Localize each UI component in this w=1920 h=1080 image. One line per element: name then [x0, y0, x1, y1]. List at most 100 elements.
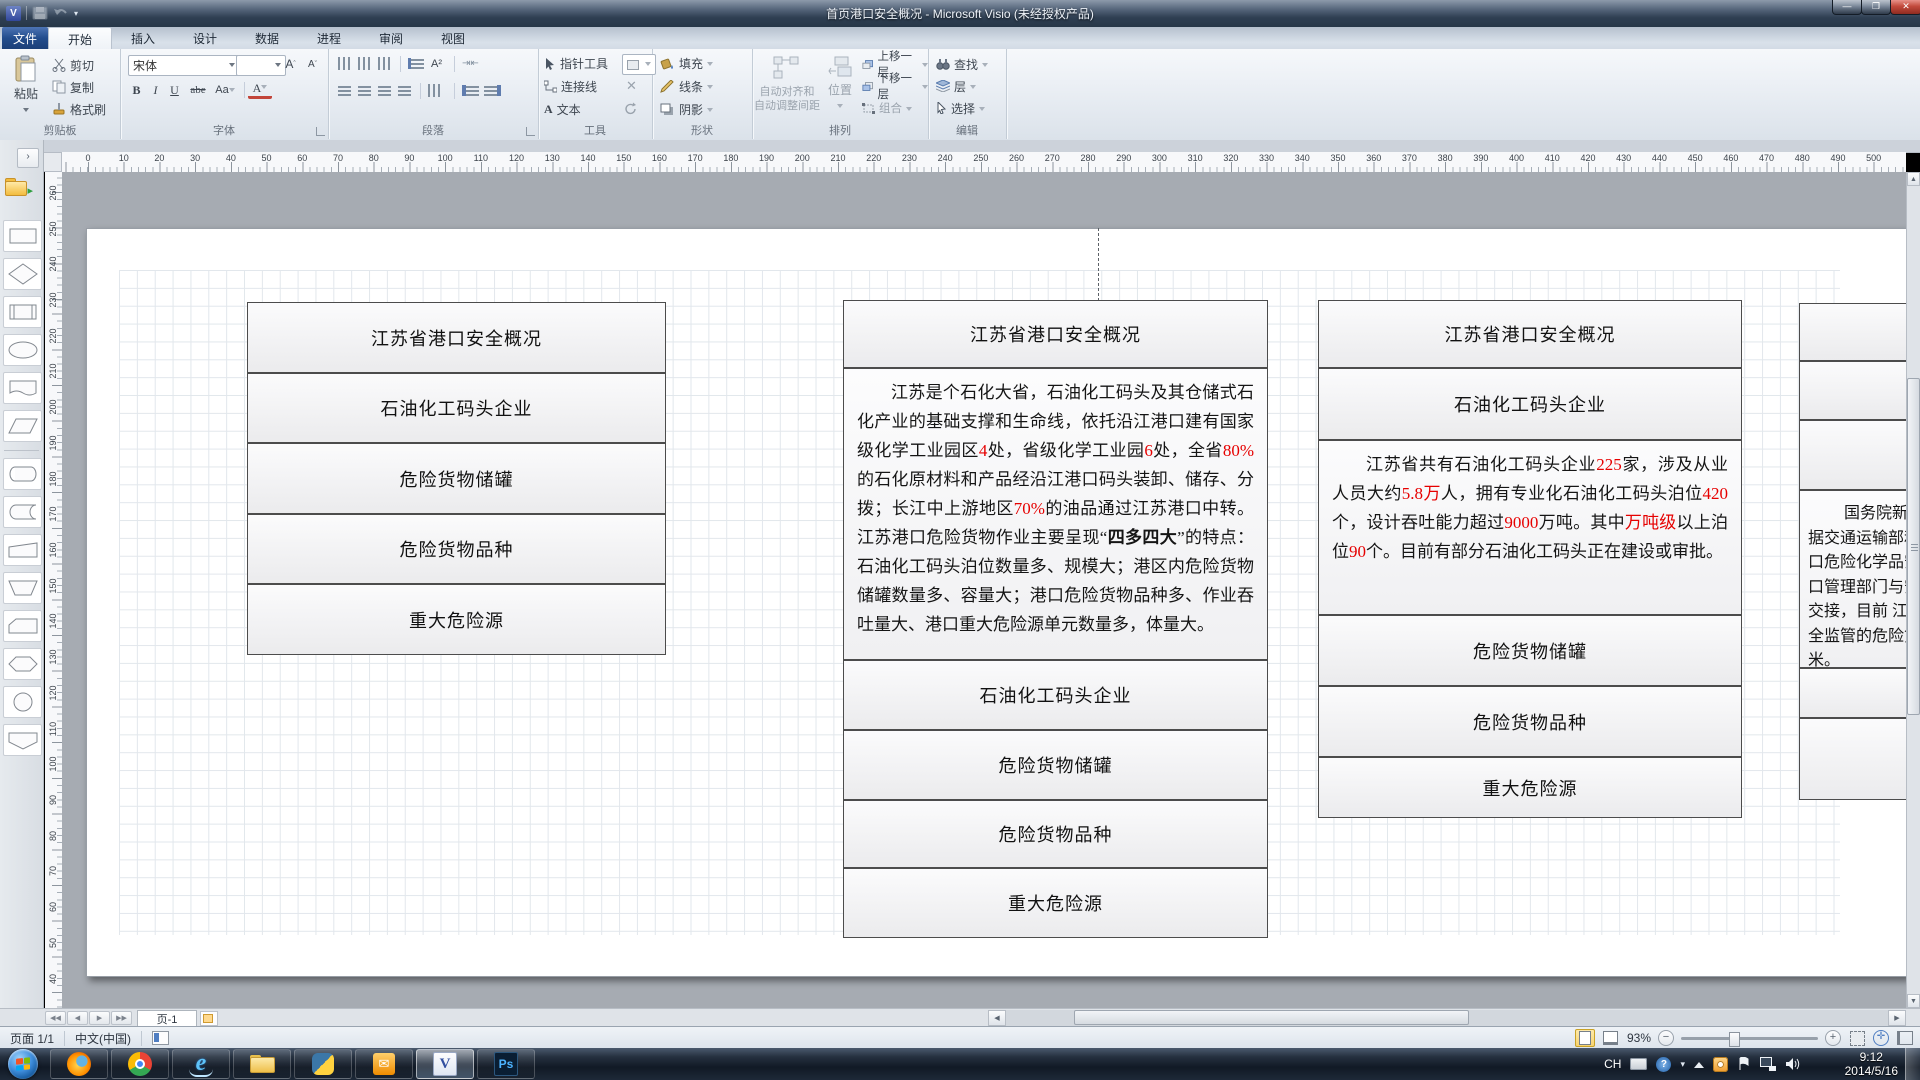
page-indicator[interactable]: 页面 1/1 — [10, 1030, 54, 1047]
send-backward-button[interactable]: 下移一层 — [862, 76, 928, 96]
zoom-level[interactable]: 93% — [1627, 1031, 1651, 1045]
stencil-shape-diamond[interactable] — [3, 258, 42, 290]
text-direction-icon-1[interactable] — [338, 57, 351, 70]
position-button[interactable]: 位置 — [822, 51, 858, 125]
stencil-shape-direct-data[interactable] — [3, 458, 42, 490]
tray-options-caret[interactable]: ▾ — [1680, 1059, 1685, 1070]
format-painter-button[interactable]: 格式刷 — [52, 99, 106, 119]
overview-column-row-2[interactable]: 石油化工码头企业 — [247, 373, 666, 443]
detail-column-2-row-6[interactable]: 重大危险源 — [1318, 757, 1742, 818]
clipped-column-row-6[interactable] — [1799, 718, 1906, 800]
layers-button[interactable]: 层 — [936, 76, 976, 96]
character-spacing-icon[interactable]: A² — [428, 55, 445, 73]
shadow-button[interactable]: 阴影 — [660, 99, 713, 119]
zoom-slider-thumb[interactable] — [1729, 1032, 1740, 1047]
tab-file[interactable]: 文件 — [2, 27, 48, 49]
text-tool-button[interactable]: A 文本 — [544, 99, 581, 119]
taskbar-button-explorer[interactable] — [233, 1049, 291, 1079]
scroll-down-icon[interactable]: ▼ — [1907, 994, 1920, 1008]
tab-开始[interactable]: 开始 — [48, 27, 112, 50]
find-button[interactable]: 查找 — [936, 54, 988, 74]
paste-button[interactable]: 粘贴 — [4, 51, 48, 125]
copy-button[interactable]: 复制 — [52, 77, 94, 97]
rotate-icon[interactable] — [624, 99, 638, 119]
fill-button[interactable]: 填充 — [660, 53, 713, 73]
stencil-shape-ellipse[interactable] — [3, 334, 42, 366]
detail-column-2-row-1[interactable]: 江苏省港口安全概况 — [1318, 300, 1742, 368]
cut-button[interactable]: 剪切 — [52, 55, 94, 75]
change-case-button[interactable]: Aa — [213, 81, 237, 99]
go-next-page-icon[interactable]: ▶ — [89, 1011, 110, 1025]
shape-style-combo[interactable] — [622, 54, 656, 75]
detail-column-1-row-4[interactable]: 危险货物储罐 — [843, 730, 1268, 800]
group-button[interactable]: 组合 — [862, 98, 912, 118]
overview-column-row-4[interactable]: 危险货物品种 — [247, 514, 666, 584]
vertical-ruler[interactable]: 2602502402302202102001901801701601501401… — [45, 172, 63, 1008]
overview-column-row-5[interactable]: 重大危险源 — [247, 584, 666, 655]
detail-column-1-row-6[interactable]: 重大危险源 — [843, 868, 1268, 938]
tab-插入[interactable]: 插入 — [112, 27, 174, 49]
bold-button[interactable]: B — [128, 81, 145, 99]
expand-window-icon[interactable] — [1896, 1030, 1914, 1046]
scroll-up-icon[interactable]: ▲ — [1907, 172, 1920, 186]
expand-shapes-panel-icon[interactable]: › — [17, 148, 39, 168]
stencil-shape-predefined-process[interactable] — [3, 296, 42, 328]
connection-point-icon[interactable]: ✕ — [626, 76, 637, 96]
detail-column-2-row-5[interactable]: 危险货物品种 — [1318, 686, 1742, 757]
taskbar-button-chrome[interactable] — [111, 1049, 169, 1079]
drawing-canvas[interactable]: 江苏省港口安全概况石油化工码头企业危险货物储罐危险货物品种重大危险源江苏省港口安… — [62, 172, 1906, 1008]
stencil-shape-card[interactable] — [3, 610, 42, 642]
detail-column-2-row-2[interactable]: 石油化工码头企业 — [1318, 368, 1742, 440]
network-icon[interactable] — [1760, 1057, 1776, 1071]
taskbar-button-ie[interactable]: e — [172, 1049, 230, 1079]
tab-视图[interactable]: 视图 — [422, 27, 484, 49]
align-right-icon[interactable] — [378, 85, 391, 96]
taskbar-button-python[interactable] — [294, 1049, 352, 1079]
open-stencil-icon[interactable]: ▸ — [5, 178, 29, 196]
vertical-scroll-thumb[interactable] — [1907, 378, 1920, 715]
macro-icon[interactable] — [152, 1031, 169, 1045]
decrease-indent-icon[interactable] — [462, 85, 479, 96]
detail-column-1-row-2[interactable]: 江苏是个石化大省，石油化工码头及其仓储式石化产业的基础支撑和生命线，依托沿江港口… — [843, 368, 1268, 660]
stencil-shape-display[interactable] — [3, 724, 42, 756]
fullscreen-view-icon[interactable] — [1602, 1030, 1620, 1046]
tab-设计[interactable]: 设计 — [174, 27, 236, 49]
text-wrap-icon-1[interactable]: ⇥⇤ — [462, 58, 479, 69]
tab-审阅[interactable]: 审阅 — [360, 27, 422, 49]
detail-column-1-row-3[interactable]: 石油化工码头企业 — [843, 660, 1268, 730]
close-button[interactable]: ✕ — [1890, 0, 1920, 15]
overview-column-row-1[interactable]: 江苏省港口安全概况 — [247, 302, 666, 373]
clipped-column-row-5[interactable] — [1799, 668, 1906, 718]
speaker-icon[interactable] — [1785, 1057, 1800, 1071]
go-previous-page-icon[interactable]: ◀ — [67, 1011, 88, 1025]
zoom-slider[interactable] — [1681, 1037, 1818, 1040]
auto-align-button[interactable]: 自动对齐和 自动调整间距 — [754, 51, 820, 125]
increase-indent-icon[interactable] — [484, 85, 501, 96]
detail-column-1-row-1[interactable]: 江苏省港口安全概况 — [843, 300, 1268, 368]
language-indicator[interactable]: 中文(中国) — [75, 1030, 131, 1047]
stencil-shape-stored-data[interactable] — [3, 496, 42, 528]
stencil-shape-document[interactable] — [3, 372, 42, 404]
fit-page-icon[interactable] — [1848, 1030, 1866, 1046]
horizontal-scroll-thumb[interactable] — [1074, 1010, 1469, 1025]
clipped-column-row-4[interactable]: 国务院新《据交通运输部和口危险化学品安口管理部门与安交接，目前 江苏全监管的危险… — [1799, 490, 1906, 668]
taskbar-button-outlook[interactable]: ✉ — [355, 1049, 413, 1079]
scroll-right-icon[interactable]: ▶ — [1888, 1010, 1906, 1026]
underline-button[interactable]: U — [166, 81, 183, 99]
grow-font-button[interactable]: Aˆ — [282, 55, 299, 73]
scroll-left-icon[interactable]: ◀ — [988, 1010, 1006, 1026]
detail-column-2-row-4[interactable]: 危险货物储罐 — [1318, 615, 1742, 686]
overview-column-row-3[interactable]: 危险货物储罐 — [247, 443, 666, 514]
align-left-icon[interactable] — [338, 85, 351, 96]
clipped-column-row-2[interactable] — [1799, 361, 1906, 420]
action-center-icon[interactable] — [1713, 1057, 1728, 1072]
show-hidden-icons-icon[interactable] — [1694, 1057, 1704, 1068]
clock[interactable]: 9:12 2014/5/16 — [1845, 1050, 1898, 1078]
text-direction-icon-2[interactable] — [358, 57, 371, 70]
vertical-scrollbar[interactable]: ▲ ▼ — [1906, 172, 1920, 1008]
detail-column-1-row-5[interactable]: 危险货物品种 — [843, 800, 1268, 868]
tray-help-icon[interactable]: ? — [1656, 1057, 1671, 1072]
connector-tool-button[interactable]: 连接线 — [544, 76, 597, 96]
horizontal-scroll-track[interactable] — [1006, 1010, 1888, 1026]
strikethrough-button[interactable]: abe — [185, 81, 211, 99]
